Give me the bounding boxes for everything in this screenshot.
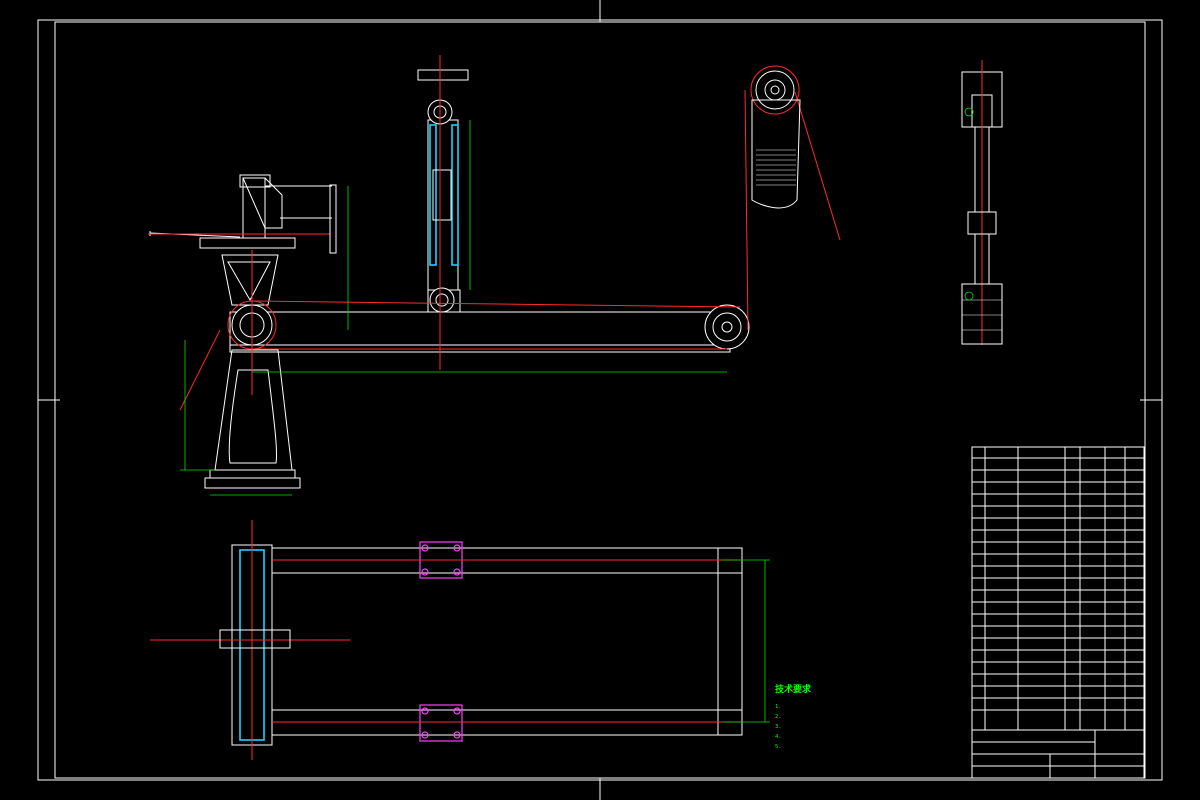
side-view-assembly: [148, 55, 841, 489]
tech-req-item: 5.: [775, 744, 782, 750]
plan-view-assembly: [150, 520, 743, 760]
parts-list-table: [971, 446, 1145, 731]
tech-req-item: 4.: [775, 734, 782, 740]
hatch-block: [756, 149, 796, 186]
pulley-detail-view: [750, 65, 801, 209]
drawing-canvas: 技术要求 1. 2. 3. 4. 5.: [37, 0, 1163, 800]
column-section-view: [961, 60, 1003, 345]
tech-req-item: 3.: [775, 724, 782, 730]
tech-req-item: 1.: [775, 704, 782, 710]
title-block: [971, 729, 1145, 779]
technical-requirements: 技术要求 1. 2. 3. 4. 5.: [775, 683, 812, 750]
tech-req-item: 2.: [775, 714, 782, 720]
dimension-lines: [180, 120, 770, 723]
drawing-frame: [37, 0, 1163, 800]
tech-req-heading: 技术要求: [775, 683, 812, 695]
